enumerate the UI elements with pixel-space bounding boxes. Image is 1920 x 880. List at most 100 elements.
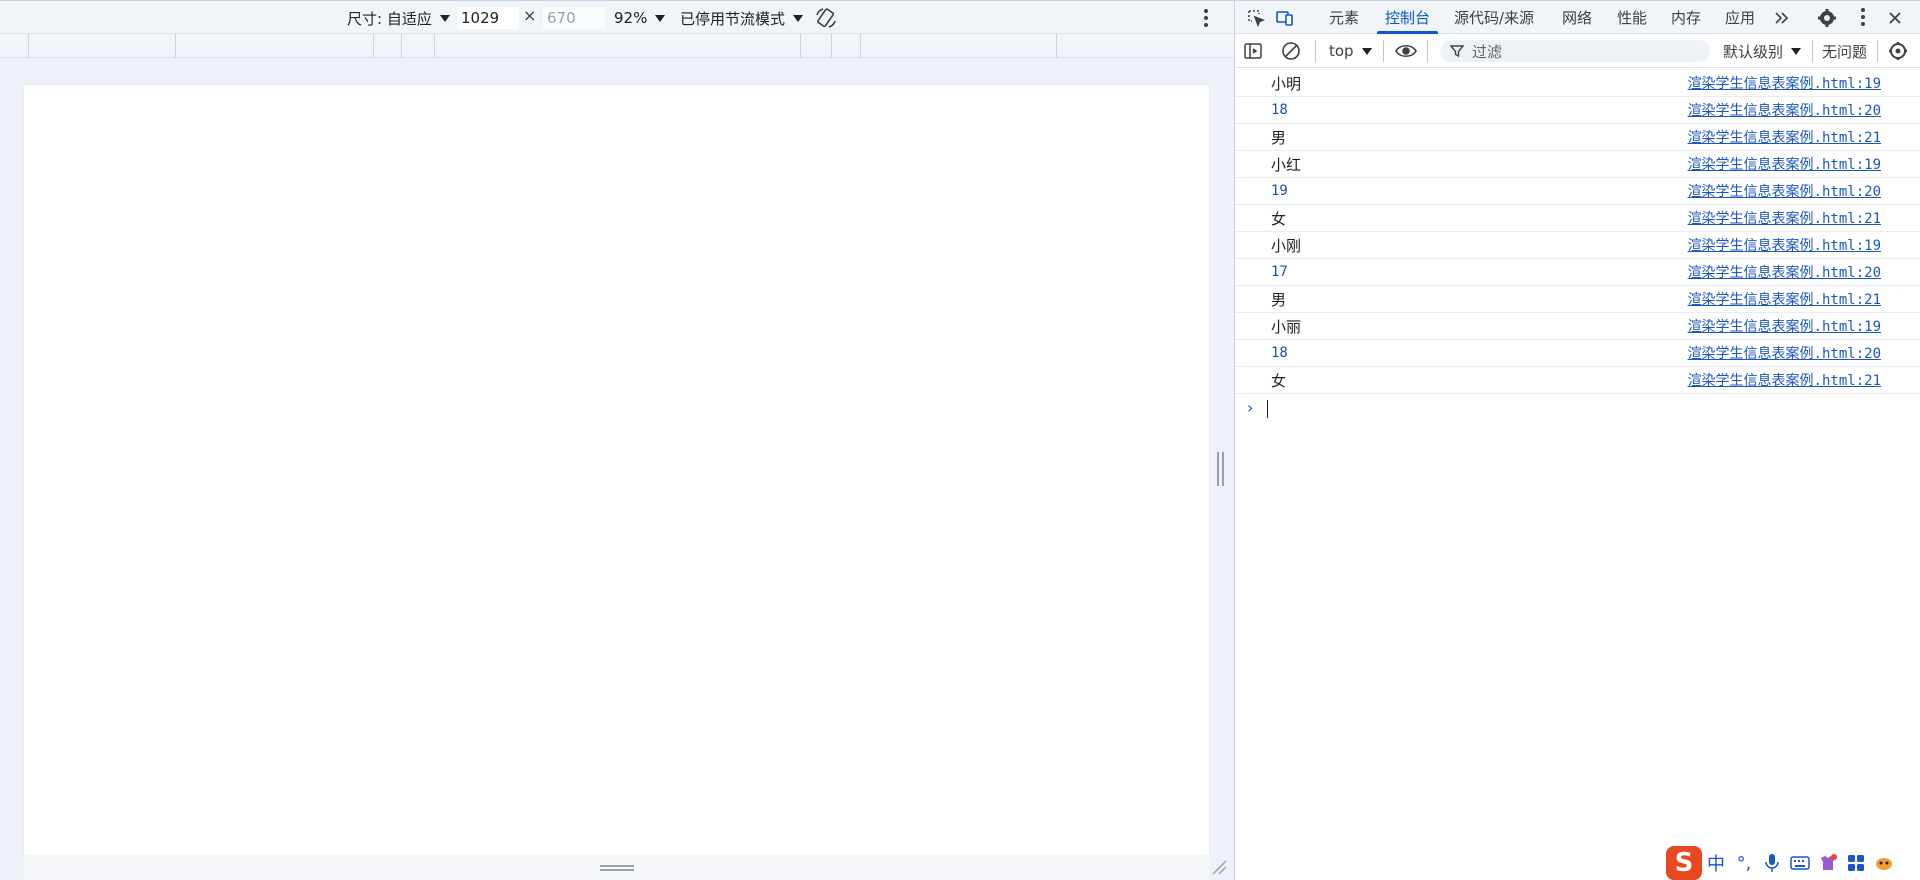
console-message-row: 18 渲染学生信息表案例.html:20	[1235, 340, 1920, 367]
console-message-row: 女 渲染学生信息表案例.html:21	[1235, 205, 1920, 232]
console-message-text: 女	[1271, 371, 1287, 390]
ime-toolbar: S 中 °,	[1666, 846, 1920, 880]
filter-funnel-icon	[1450, 45, 1464, 58]
console-message-row: 小刚 渲染学生信息表案例.html:19	[1235, 232, 1920, 259]
console-toolbar: top 过滤 默认级别 无问题	[1235, 34, 1920, 68]
console-message-text: 男	[1271, 290, 1287, 309]
close-icon[interactable]	[1884, 7, 1906, 29]
console-source-link[interactable]: 渲染学生信息表案例.html:19	[1688, 316, 1881, 336]
width-input[interactable]	[457, 7, 519, 29]
chevron-down-icon	[439, 14, 450, 22]
console-message-row: 女 渲染学生信息表案例.html:21	[1235, 367, 1920, 394]
device-emulation-area: 尺寸: 自适应 × 92% 已停用节流模式	[0, 0, 1234, 880]
zoom-dropdown[interactable]: 92%	[614, 6, 666, 30]
console-source-link[interactable]: 渲染学生信息表案例.html:21	[1688, 127, 1881, 147]
console-source-link[interactable]: 渲染学生信息表案例.html:19	[1688, 154, 1881, 174]
sidebar-toggle-icon[interactable]	[1243, 34, 1263, 68]
context-selector[interactable]: top	[1329, 34, 1372, 68]
console-prompt-chevron-icon: ›	[1247, 398, 1254, 417]
console-message-row: 17 渲染学生信息表案例.html:20	[1235, 259, 1920, 286]
console-message-text: 18	[1271, 102, 1288, 118]
tab-application[interactable]: 应用	[1725, 1, 1755, 34]
dimensions-label: 尺寸: 自适应	[347, 9, 432, 28]
settings-gear-icon[interactable]	[1816, 7, 1838, 29]
device-toggle-icon[interactable]	[1274, 7, 1296, 29]
console-message-row: 19 渲染学生信息表案例.html:20	[1235, 178, 1920, 205]
console-message-row: 小明 渲染学生信息表案例.html:19	[1235, 70, 1920, 97]
height-input[interactable]	[543, 7, 605, 29]
console-message-text: 19	[1271, 183, 1288, 199]
tab-console[interactable]: 控制台	[1376, 1, 1439, 34]
filter-input[interactable]: 过滤	[1440, 40, 1710, 62]
live-expression-eye-icon[interactable]	[1395, 34, 1417, 68]
devtools-panel: 元素 控制台 源代码/来源 网络 性能 内存 应用 top 过滤 默认级别 无问…	[1234, 0, 1920, 880]
console-message-text: 女	[1271, 209, 1287, 228]
times-sign: ×	[523, 6, 537, 25]
resize-handle-bottom[interactable]	[600, 865, 634, 871]
tab-elements[interactable]: 元素	[1329, 1, 1359, 34]
console-message-text: 18	[1271, 345, 1288, 361]
zoom-label: 92%	[614, 9, 648, 27]
resize-corner-icon[interactable]	[1210, 858, 1228, 876]
console-source-link[interactable]: 渲染学生信息表案例.html:21	[1688, 208, 1881, 228]
console-settings-gear-icon[interactable]	[1888, 34, 1908, 68]
mascot-icon[interactable]	[1870, 849, 1898, 877]
console-message-text: 男	[1271, 128, 1287, 147]
console-message-row: 小红 渲染学生信息表案例.html:19	[1235, 151, 1920, 178]
console-message-text: 小刚	[1271, 236, 1302, 255]
emulated-page[interactable]	[24, 85, 1209, 855]
console-message-text: 小红	[1271, 155, 1302, 174]
rotate-icon[interactable]	[814, 6, 838, 30]
chevron-down-icon	[1361, 47, 1372, 55]
microphone-icon[interactable]	[1758, 849, 1786, 877]
filter-placeholder: 过滤	[1472, 42, 1503, 61]
skin-icon[interactable]	[1814, 849, 1842, 877]
ime-punctuation-toggle[interactable]: °,	[1730, 849, 1758, 877]
inspect-element-icon[interactable]	[1245, 7, 1267, 29]
console-message-row: 18 渲染学生信息表案例.html:20	[1235, 97, 1920, 124]
throttle-dropdown[interactable]: 已停用节流模式	[680, 6, 804, 30]
console-source-link[interactable]: 渲染学生信息表案例.html:21	[1688, 289, 1881, 309]
console-source-link[interactable]: 渲染学生信息表案例.html:20	[1688, 343, 1881, 363]
sogou-logo-icon[interactable]: S	[1666, 846, 1702, 880]
more-tabs-icon[interactable]	[1771, 7, 1793, 29]
log-levels-dropdown[interactable]: 默认级别	[1723, 34, 1802, 68]
console-source-link[interactable]: 渲染学生信息表案例.html:20	[1688, 100, 1881, 120]
console-input[interactable]	[1267, 400, 1268, 418]
dimensions-dropdown[interactable]: 尺寸: 自适应	[347, 6, 450, 30]
resize-handle-right[interactable]	[1217, 452, 1224, 486]
console-message-row: 男 渲染学生信息表案例.html:21	[1235, 286, 1920, 313]
issues-counter[interactable]: 无问题	[1822, 34, 1867, 68]
console-source-link[interactable]: 渲染学生信息表案例.html:20	[1688, 262, 1881, 282]
console-message-row: 男 渲染学生信息表案例.html:21	[1235, 124, 1920, 151]
toolbox-grid-icon[interactable]	[1842, 849, 1870, 877]
tab-sources[interactable]: 源代码/来源	[1454, 1, 1534, 34]
tab-memory[interactable]: 内存	[1671, 1, 1701, 34]
console-source-link[interactable]: 渲染学生信息表案例.html:19	[1688, 73, 1881, 93]
console-source-link[interactable]: 渲染学生信息表案例.html:20	[1688, 181, 1881, 201]
media-query-ruler[interactable]	[0, 34, 1234, 58]
chevron-down-icon	[655, 14, 666, 22]
keyboard-icon[interactable]	[1786, 849, 1814, 877]
chevron-down-icon	[1791, 47, 1802, 55]
context-label: top	[1329, 42, 1354, 60]
devtools-tab-bar: 元素 控制台 源代码/来源 网络 性能 内存 应用	[1235, 0, 1920, 34]
throttle-label: 已停用节流模式	[680, 9, 786, 28]
log-levels-label: 默认级别	[1723, 42, 1784, 61]
console-message-text: 小丽	[1271, 317, 1302, 336]
tab-network[interactable]: 网络	[1562, 1, 1592, 34]
browser-window: 尺寸: 自适应 × 92% 已停用节流模式	[0, 0, 1920, 880]
console-source-link[interactable]: 渲染学生信息表案例.html:21	[1688, 370, 1881, 390]
clear-console-icon[interactable]	[1281, 34, 1301, 68]
chevron-down-icon	[793, 14, 804, 22]
tab-performance[interactable]: 性能	[1617, 1, 1647, 34]
customize-kebab-icon[interactable]	[1852, 7, 1874, 29]
console-message-row: 小丽 渲染学生信息表案例.html:19	[1235, 313, 1920, 340]
more-options-icon[interactable]	[1204, 9, 1208, 27]
console-source-link[interactable]: 渲染学生信息表案例.html:19	[1688, 235, 1881, 255]
console-message-text: 17	[1271, 264, 1288, 280]
device-toolbar: 尺寸: 自适应 × 92% 已停用节流模式	[0, 0, 1234, 34]
console-message-text: 小明	[1271, 74, 1302, 93]
console-messages: 小明 渲染学生信息表案例.html:19 18 渲染学生信息表案例.html:20 男渲…	[1235, 70, 1920, 394]
ime-mode-toggle[interactable]: 中	[1702, 849, 1730, 877]
